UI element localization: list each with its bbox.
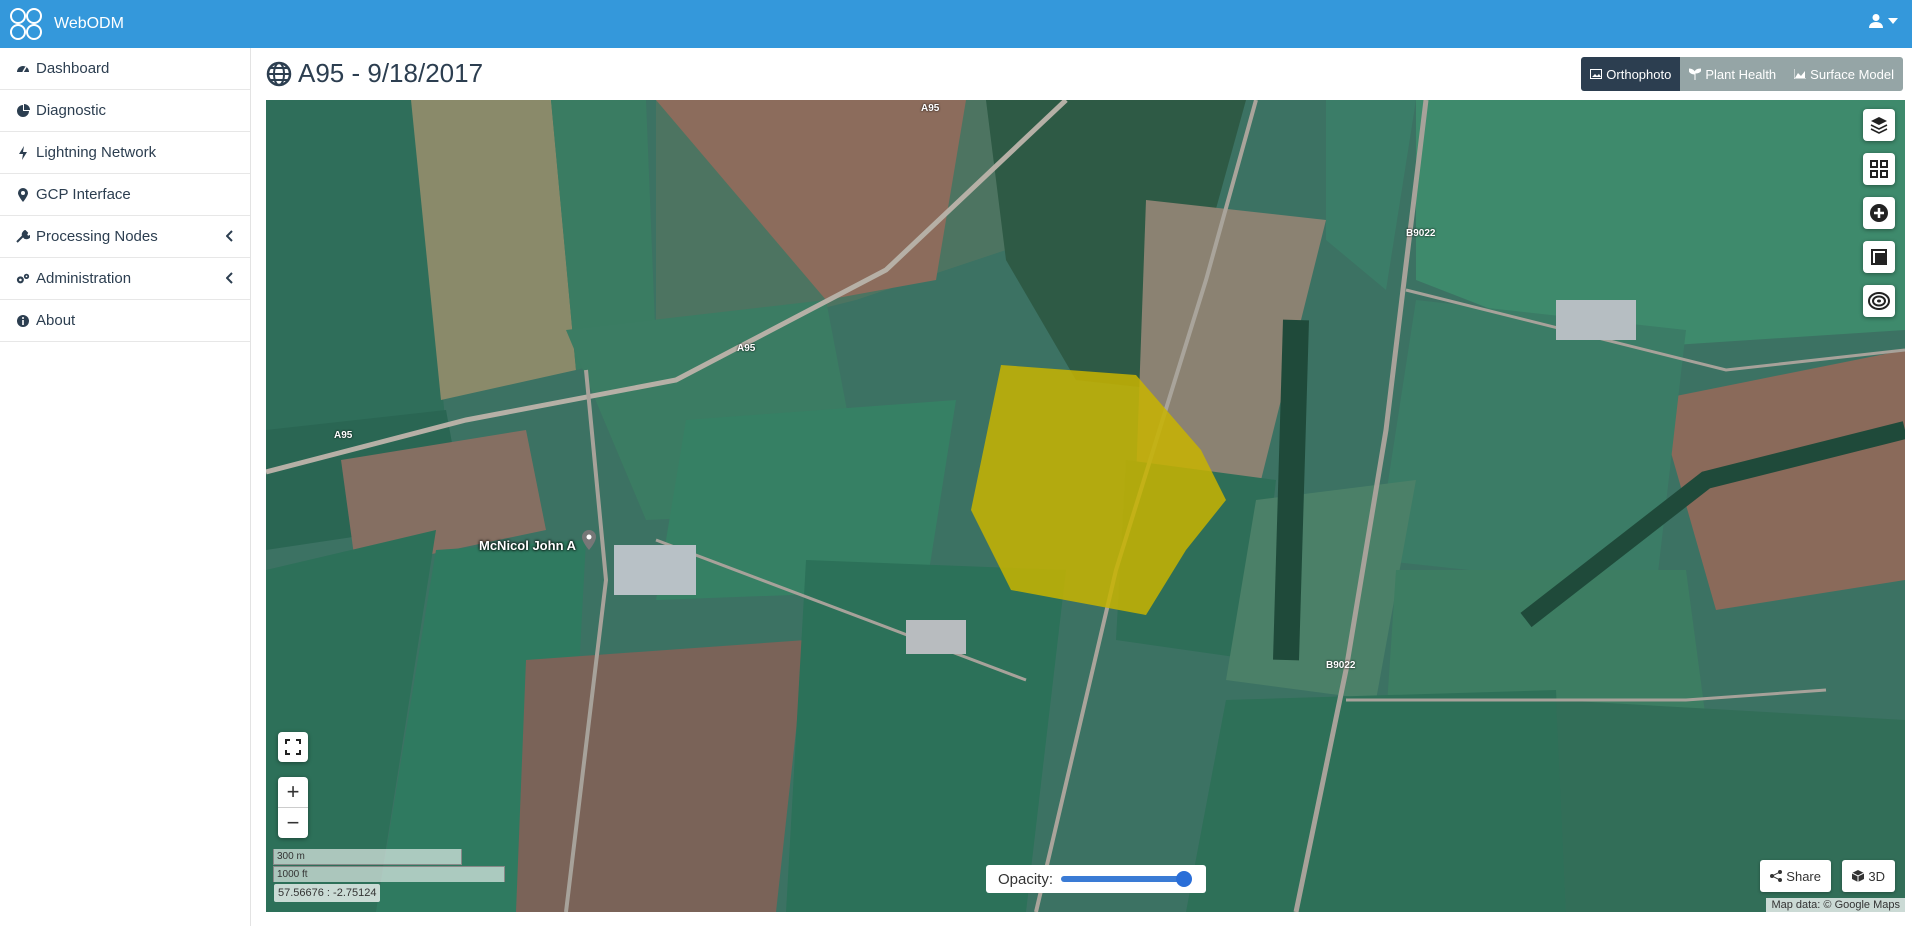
fullscreen-control[interactable] bbox=[278, 732, 308, 762]
sidebar-item-processing-nodes[interactable]: Processing Nodes bbox=[0, 216, 250, 258]
top-navbar: WebODM bbox=[0, 0, 1912, 48]
globe-icon bbox=[266, 61, 292, 86]
road-label: A95 bbox=[334, 430, 353, 441]
sidebar: Dashboard Diagnostic Lightning Network G… bbox=[0, 48, 251, 926]
webodm-logo-icon[interactable] bbox=[8, 6, 44, 42]
sidebar-item-label: About bbox=[36, 312, 76, 329]
contours-icon bbox=[1868, 292, 1890, 310]
sidebar-item-label: Diagnostic bbox=[36, 102, 107, 119]
fullscreen-icon bbox=[285, 739, 301, 755]
share-icon bbox=[1770, 870, 1783, 882]
chevron-left-icon bbox=[226, 272, 233, 284]
scale-imperial: 1000 ft bbox=[273, 866, 505, 882]
cube-icon bbox=[1852, 870, 1865, 882]
three-d-button[interactable]: 3D bbox=[1842, 860, 1895, 892]
chevron-left-icon bbox=[226, 230, 233, 242]
tab-label: Surface Model bbox=[1810, 66, 1894, 82]
measure-control[interactable] bbox=[1863, 241, 1895, 273]
map-marker-icon bbox=[16, 187, 30, 202]
ruler-icon bbox=[1871, 249, 1887, 265]
map-attribution: Map data: © Google Maps bbox=[1766, 898, 1905, 912]
road-label: A95 bbox=[737, 343, 756, 354]
info-icon bbox=[16, 314, 30, 328]
brand-name[interactable]: WebODM bbox=[54, 15, 124, 33]
place-marker-icon[interactable] bbox=[582, 530, 596, 550]
share-label: Share bbox=[1786, 868, 1821, 884]
add-control[interactable] bbox=[1863, 197, 1895, 229]
wrench-icon bbox=[16, 229, 30, 244]
sidebar-item-administration[interactable]: Administration bbox=[0, 258, 250, 300]
opacity-label: Opacity: bbox=[998, 870, 1054, 888]
place-label: McNicol John A bbox=[479, 538, 577, 553]
opacity-control: Opacity: bbox=[986, 865, 1206, 893]
sidebar-item-diagnostic[interactable]: Diagnostic bbox=[0, 90, 250, 132]
user-menu[interactable] bbox=[1868, 13, 1898, 29]
contours-control[interactable] bbox=[1863, 285, 1895, 317]
pie-chart-icon bbox=[16, 103, 30, 118]
sidebar-item-label: Dashboard bbox=[36, 60, 110, 77]
zoom-in-button[interactable]: + bbox=[278, 777, 308, 807]
caret-down-icon bbox=[1888, 18, 1898, 24]
three-d-label: 3D bbox=[1868, 868, 1885, 884]
bolt-icon bbox=[16, 145, 30, 160]
sidebar-item-gcp-interface[interactable]: GCP Interface bbox=[0, 174, 250, 216]
grid-control[interactable] bbox=[1863, 153, 1895, 185]
road-label: B9022 bbox=[1326, 660, 1356, 671]
road-label: A95 bbox=[921, 103, 940, 114]
zoom-out-button[interactable]: − bbox=[278, 807, 308, 837]
image-icon bbox=[1590, 69, 1603, 79]
tab-orthophoto[interactable]: Orthophoto bbox=[1581, 57, 1681, 91]
area-chart-icon bbox=[1794, 69, 1807, 79]
cogs-icon bbox=[16, 272, 30, 286]
user-icon bbox=[1869, 14, 1883, 28]
seedling-icon bbox=[1689, 68, 1702, 80]
sidebar-item-label: Lightning Network bbox=[36, 144, 157, 161]
opacity-slider[interactable] bbox=[1061, 871, 1193, 887]
plus-circle-icon bbox=[1870, 204, 1888, 222]
sidebar-item-label: Processing Nodes bbox=[36, 228, 158, 245]
satellite-basemap bbox=[266, 100, 1905, 912]
share-button[interactable]: Share bbox=[1760, 860, 1831, 892]
grid-icon bbox=[1870, 160, 1888, 178]
layers-control[interactable] bbox=[1863, 109, 1895, 141]
page-title: A95 - 9/18/2017 bbox=[266, 58, 483, 89]
zoom-control: + − bbox=[278, 777, 308, 838]
sidebar-item-lightning-network[interactable]: Lightning Network bbox=[0, 132, 250, 174]
tab-label: Plant Health bbox=[1705, 66, 1777, 82]
tab-label: Orthophoto bbox=[1606, 66, 1672, 82]
sidebar-item-about[interactable]: About bbox=[0, 300, 250, 342]
sidebar-item-dashboard[interactable]: Dashboard bbox=[0, 48, 250, 90]
tab-plant-health[interactable]: Plant Health bbox=[1680, 57, 1786, 91]
opacity-slider-handle[interactable] bbox=[1176, 871, 1193, 887]
scale-metric: 300 m bbox=[273, 849, 462, 865]
road-label: B9022 bbox=[1406, 228, 1436, 239]
tab-surface-model[interactable]: Surface Model bbox=[1785, 57, 1903, 91]
map-view[interactable]: A95 A95 A95 B9022 B9022 McNicol John A +… bbox=[266, 100, 1905, 912]
dashboard-icon bbox=[16, 62, 30, 76]
sidebar-item-label: Administration bbox=[36, 270, 132, 287]
coordinates-readout: 57.56676 : -2.75124 bbox=[274, 884, 381, 902]
sidebar-item-label: GCP Interface bbox=[36, 186, 131, 203]
layers-icon bbox=[1870, 117, 1888, 134]
page-title-text: A95 - 9/18/2017 bbox=[298, 58, 484, 88]
view-mode-tabs: Orthophoto Plant Health Surface Model bbox=[1581, 57, 1903, 91]
